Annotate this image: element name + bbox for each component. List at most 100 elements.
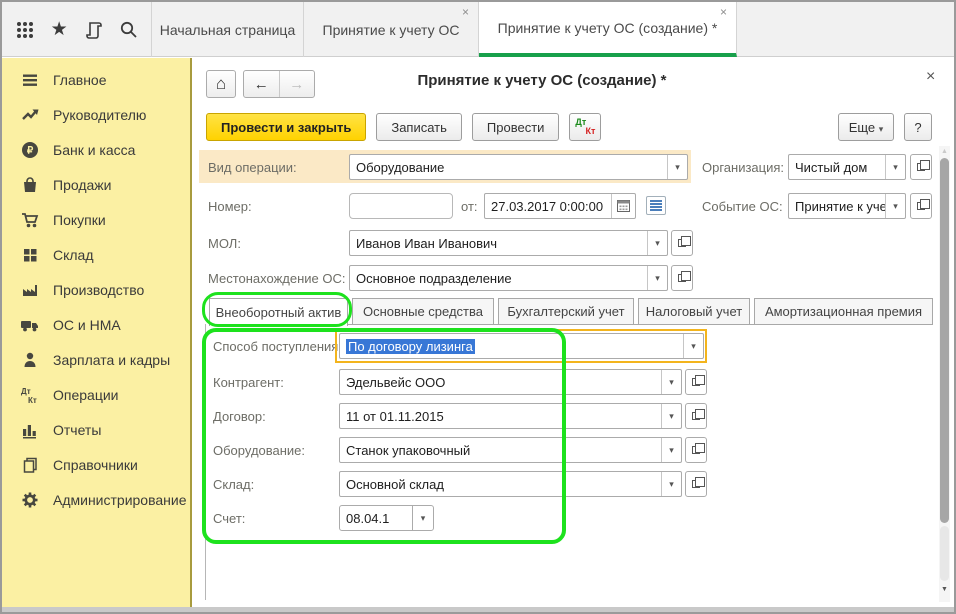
equipment-open-button[interactable] [685,437,707,463]
sidebar-item-payroll[interactable]: Зарплата и кадры [2,342,190,377]
sidebar-item-administration[interactable]: Администрирование [2,482,190,517]
document-list-icon[interactable] [646,196,666,215]
warehouse-label: Склад: [213,471,254,497]
favorites-star-icon[interactable]: ★ [47,18,71,42]
calendar-icon [617,200,630,212]
location-open-button[interactable] [671,265,693,291]
sidebar-item-purchases[interactable]: Покупки [2,202,190,237]
sidebar-item-production[interactable]: Производство [2,272,190,307]
tab-close-icon[interactable]: × [720,7,727,17]
window-tab-label: Начальная страница [160,22,295,38]
home-button[interactable]: ⌂ [206,70,236,98]
tab-depreciation-bonus[interactable]: Амортизационная премия [754,298,933,325]
organization-input[interactable]: Чистый дом ▾ [788,154,906,180]
dropdown-icon[interactable]: ▾ [683,334,703,358]
dropdown-icon[interactable]: ▾ [661,472,681,496]
number-label: Номер: [208,193,252,219]
os-event-label: Событие ОС: [702,193,783,219]
sidebar-item-manager[interactable]: Руководителю [2,97,190,132]
sidebar-item-reports[interactable]: Отчеты [2,412,190,447]
more-label: Еще [849,120,875,135]
back-button[interactable]: ← [244,71,280,97]
scrollbar-thumb[interactable] [940,158,949,523]
equipment-label: Оборудование: [213,437,305,463]
tab-noncurrent-asset[interactable]: Внеоборотный актив [209,298,348,326]
tab-fixed-assets[interactable]: Основные средства [352,298,494,325]
dropdown-icon[interactable]: ▾ [885,155,905,179]
sidebar-item-operations[interactable]: ДтКт Операции [2,377,190,412]
date-value: 27.03.2017 0:00:00 [485,199,611,214]
sidebar-item-references[interactable]: Справочники [2,447,190,482]
gear-icon [20,490,40,510]
chevron-down-icon: ▾ [879,124,884,134]
account-dropdown-button[interactable]: ▾ [412,505,434,531]
window-tab-os-list[interactable]: Принятие к учету ОС × [304,2,479,57]
sidebar-item-main[interactable]: Главное [2,62,190,97]
history-icon[interactable] [82,18,106,42]
truck-icon [20,315,40,335]
dropdown-icon[interactable]: ▾ [885,194,905,218]
account-label: Счет: [213,505,245,531]
post-and-close-button[interactable]: Провести и закрыть [206,113,366,141]
open-icon [692,378,700,386]
window-tab-home[interactable]: Начальная страница [152,2,304,57]
calendar-button[interactable] [611,194,635,218]
sidebar-item-sales[interactable]: Продажи [2,167,190,202]
equipment-input[interactable]: Станок упаковочный ▾ [339,437,682,463]
os-event-open-button[interactable] [910,193,932,219]
apps-menu-icon[interactable] [13,18,37,42]
sidebar-item-os-nma[interactable]: ОС и НМА [2,307,190,342]
location-label: Местонахождение ОС: [208,265,346,291]
dropdown-icon[interactable]: ▾ [661,370,681,394]
open-icon [678,239,686,247]
dropdown-icon[interactable]: ▾ [647,231,667,255]
sidebar-item-warehouse[interactable]: Склад [2,237,190,272]
dropdown-icon[interactable]: ▾ [661,438,681,462]
vertical-scrollbar: ▲ ▼ [939,146,950,602]
location-input[interactable]: Основное подразделение ▾ [349,265,668,291]
warehouse-open-button[interactable] [685,471,707,497]
dt-kt-button[interactable]: Дт Кт [569,113,601,141]
tab-label: Амортизационная премия [765,304,922,319]
scrollbar-track[interactable] [940,526,949,581]
tab-close-icon[interactable]: × [462,7,469,17]
dropdown-icon: ▾ [421,513,426,524]
acquisition-method-input[interactable]: По договору лизинга ▾ [339,333,704,359]
search-icon[interactable] [116,18,140,42]
post-button[interactable]: Провести [472,113,560,141]
dropdown-icon[interactable]: ▾ [647,266,667,290]
dropdown-icon[interactable]: ▾ [661,404,681,428]
form-toolbar-right: Еще ▾ ? [838,113,932,141]
os-event-input[interactable]: Принятие к учету ▾ [788,193,906,219]
warehouse-input[interactable]: Основной склад ▾ [339,471,682,497]
number-input[interactable] [349,193,453,219]
sidebar-item-bank[interactable]: ₽ Банк и касса [2,132,190,167]
counterparty-input[interactable]: Эдельвейс ООО ▾ [339,369,682,395]
mol-input[interactable]: Иванов Иван Иванович ▾ [349,230,668,256]
date-label: от: [461,193,478,219]
form-close-icon[interactable]: × [926,68,935,86]
help-button[interactable]: ? [904,113,932,141]
contract-label: Договор: [213,403,266,429]
more-button[interactable]: Еще ▾ [838,113,894,141]
account-input[interactable]: 08.04.1 [339,505,413,531]
scroll-down-icon[interactable]: ▼ [941,586,948,593]
organization-open-button[interactable] [910,154,932,180]
counterparty-open-button[interactable] [685,369,707,395]
organization-label: Организация: [702,154,784,180]
contract-input[interactable]: 11 от 01.11.2015 ▾ [339,403,682,429]
operation-type-input[interactable]: Оборудование ▾ [349,154,688,180]
open-icon [692,446,700,454]
contract-open-button[interactable] [685,403,707,429]
dropdown-icon[interactable]: ▾ [667,155,687,179]
tab-accounting[interactable]: Бухгалтерский учет [498,298,634,325]
date-input[interactable]: 27.03.2017 0:00:00 [484,193,636,219]
write-button[interactable]: Записать [376,113,462,141]
window-tab-os-create[interactable]: Принятие к учету ОС (создание) * × [479,2,737,57]
tab-panel-border-top [348,324,933,325]
forward-button[interactable]: → [280,71,315,97]
mol-open-button[interactable] [671,230,693,256]
tab-tax-accounting[interactable]: Налоговый учет [638,298,750,325]
scroll-up-icon[interactable]: ▲ [941,148,948,155]
sidebar-item-label: Отчеты [53,422,101,438]
